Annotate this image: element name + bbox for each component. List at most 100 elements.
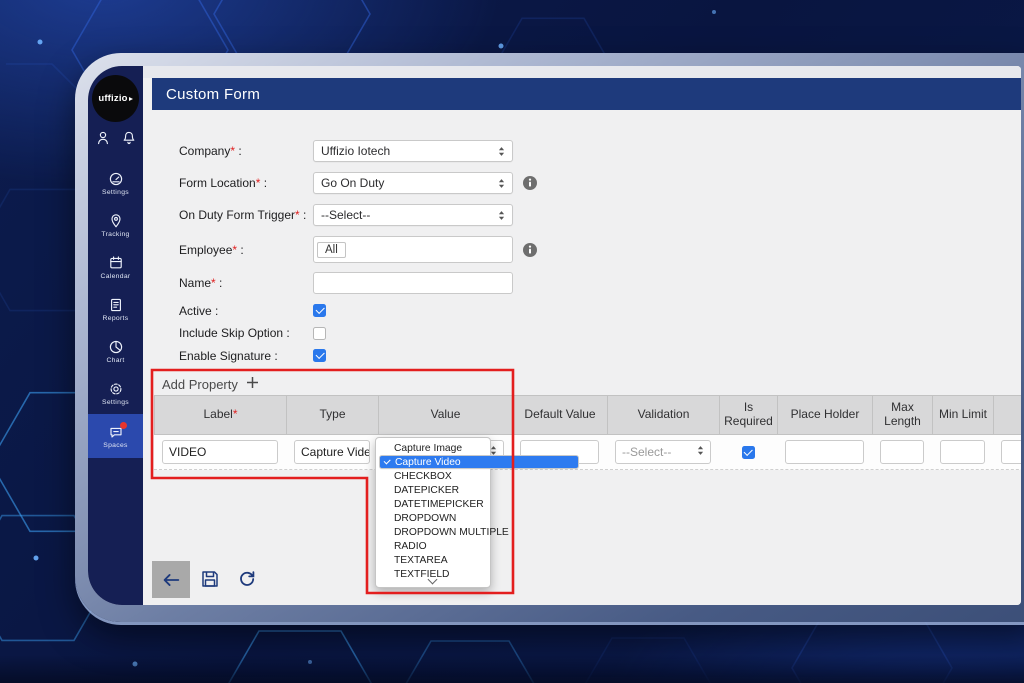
field-label-on-duty-form-trigger: On Duty Form Trigger* : — [179, 208, 307, 222]
notification-badge — [119, 421, 127, 429]
main-content: Custom Form Company* : Uffizio Iotech Form… — [143, 66, 1021, 605]
field-select-company[interactable]: Uffizio Iotech — [313, 140, 513, 162]
sidebar-item-label: Calendar — [100, 272, 131, 280]
checkbox-active[interactable] — [313, 304, 326, 317]
required-asterisk: * — [232, 407, 238, 422]
column-header-min-limit: Min Limit — [933, 396, 994, 434]
report-icon — [108, 297, 124, 313]
dropdown-option-capture-image[interactable]: Capture Image — [379, 441, 487, 455]
required-asterisk: * — [211, 276, 216, 290]
place-holder-input[interactable] — [785, 440, 864, 464]
page-title: Custom Form — [166, 85, 261, 103]
dropdown-option-radio[interactable]: RADIO — [379, 539, 487, 553]
dropdown-option-datetimepicker[interactable]: DATETIMEPICKER — [379, 497, 487, 511]
validation-select-text: --Select-- — [622, 445, 672, 459]
dropdown-option-dropdown-multiple[interactable]: DROPDOWN MULTIPLE — [379, 525, 509, 539]
is-required-checkbox[interactable] — [741, 445, 755, 459]
select-spinner-icon — [498, 146, 505, 157]
sidebar-item-calendar[interactable]: Calendar — [88, 246, 143, 288]
info-icon[interactable] — [523, 176, 537, 190]
row-cell-label: VIDEO — [154, 435, 286, 469]
property-table-row: VIDEO Capture Video --Select-- — [154, 435, 1021, 470]
field-label-form-location: Form Location* : — [179, 176, 268, 190]
sidebar-item-settings[interactable]: Settings — [88, 162, 143, 204]
app-window-frame: uffizio Settings Tracking Calendar Reports C… — [75, 53, 1024, 622]
field-select-on-duty-form-trigger[interactable]: --Select-- — [313, 204, 513, 226]
dropdown-option-label: DROPDOWN MULTIPLE — [394, 526, 509, 538]
form-row-employee: Employee* : All — [179, 236, 537, 263]
label-input-text: VIDEO — [169, 445, 207, 459]
dropdown-option-textarea[interactable]: TEXTAREA — [379, 553, 487, 567]
sidebar-item-tracking[interactable]: Tracking — [88, 204, 143, 246]
save-button[interactable] — [200, 569, 220, 589]
column-header-is-required: Is Required — [720, 396, 778, 434]
field-multiselect-employee[interactable]: All — [313, 236, 513, 263]
chat-icon — [108, 421, 127, 440]
type-select[interactable]: Capture Video — [294, 440, 370, 464]
sidebar-item-settings[interactable]: Settings — [88, 372, 143, 414]
sidebar-top-icons — [88, 130, 143, 146]
form-row-active: Active : — [179, 304, 537, 318]
form-row-enable-signature: Enable Signature : — [179, 349, 537, 363]
dropdown-option-label: Capture Video — [395, 456, 461, 468]
max-limit-input[interactable] — [1001, 440, 1021, 464]
select-spinner-icon — [697, 445, 704, 459]
dropdown-option-label: DROPDOWN — [394, 512, 457, 524]
location-pin-icon — [108, 213, 124, 229]
label-input[interactable]: VIDEO — [162, 440, 278, 464]
sidebar-item-reports[interactable]: Reports — [88, 288, 143, 330]
type-dropdown-options: Capture Image Capture Video CHECKBOX DATEPI… — [378, 441, 579, 581]
column-header-validation: Validation — [608, 396, 720, 434]
sidebar-item-label: Settings — [102, 188, 129, 196]
sidebar-item-label: Spaces — [103, 441, 128, 449]
sidebar-menu: Settings Tracking Calendar Reports Chart Sett… — [88, 162, 143, 458]
field-select-form-location[interactable]: Go On Duty — [313, 172, 513, 194]
screen: { "window": { "logo_text": "uffizio" }, … — [0, 0, 1024, 683]
row-cell-type: Capture Video — [286, 435, 378, 469]
user-icon[interactable] — [95, 130, 111, 146]
chart-icon — [108, 339, 124, 355]
custom-form-fields: Company* : Uffizio Iotech Form Location* :… — [179, 140, 537, 372]
min-limit-input[interactable] — [940, 440, 985, 464]
column-header-max: Max — [994, 396, 1021, 434]
dropdown-option-datepicker[interactable]: DATEPICKER — [379, 483, 487, 497]
column-header-place-holder: Place Holder — [778, 396, 873, 434]
dropdown-option-label: TEXTFIELD — [394, 568, 450, 580]
form-row-name: Name* : — [179, 272, 537, 294]
sidebar-item-spaces[interactable]: Spaces — [88, 414, 143, 458]
brand-logo: uffizio — [92, 75, 139, 122]
form-row-on-duty-form-trigger: On Duty Form Trigger* : --Select-- — [179, 204, 537, 226]
field-label-employee: Employee* : — [179, 242, 244, 257]
dropdown-option-capture-video[interactable]: Capture Video — [379, 455, 579, 469]
field-label-company: Company* : — [179, 144, 242, 158]
max-length-input[interactable] — [880, 440, 924, 464]
refresh-button[interactable] — [237, 569, 257, 589]
type-dropdown-menu: Capture Image Capture Video CHECKBOX DATEPI… — [375, 437, 579, 588]
dropdown-option-checkbox[interactable]: CHECKBOX — [379, 469, 487, 483]
check-icon — [383, 457, 391, 465]
checkbox-include-skip-option[interactable] — [313, 326, 326, 340]
select-value: --Select-- — [321, 208, 371, 222]
field-input-name[interactable] — [313, 272, 513, 294]
select-spinner-icon — [498, 178, 505, 189]
sidebar-item-label: Tracking — [101, 230, 130, 238]
gear-icon — [108, 381, 124, 397]
add-property-button[interactable] — [246, 376, 259, 392]
dropdown-option-label: TEXTAREA — [394, 554, 448, 566]
back-button[interactable] — [152, 561, 190, 598]
column-header-value: Value — [379, 396, 513, 434]
app-window: uffizio Settings Tracking Calendar Reports C… — [88, 66, 1021, 605]
row-cell-is-required — [719, 435, 777, 469]
bell-icon[interactable] — [121, 130, 137, 146]
dropdown-option-dropdown[interactable]: DROPDOWN — [379, 511, 487, 525]
form-row-form-location: Form Location* : Go On Duty — [179, 172, 537, 194]
validation-select[interactable]: --Select-- — [615, 440, 711, 464]
select-value: Uffizio Iotech — [321, 144, 391, 158]
column-header-default-value: Default Value — [513, 396, 608, 434]
select-value: Go On Duty — [321, 176, 385, 190]
gauge-icon — [108, 171, 124, 187]
sidebar-item-chart[interactable]: Chart — [88, 330, 143, 372]
checkbox-enable-signature[interactable] — [313, 349, 326, 362]
required-asterisk: * — [255, 176, 261, 190]
info-icon[interactable] — [523, 242, 537, 257]
